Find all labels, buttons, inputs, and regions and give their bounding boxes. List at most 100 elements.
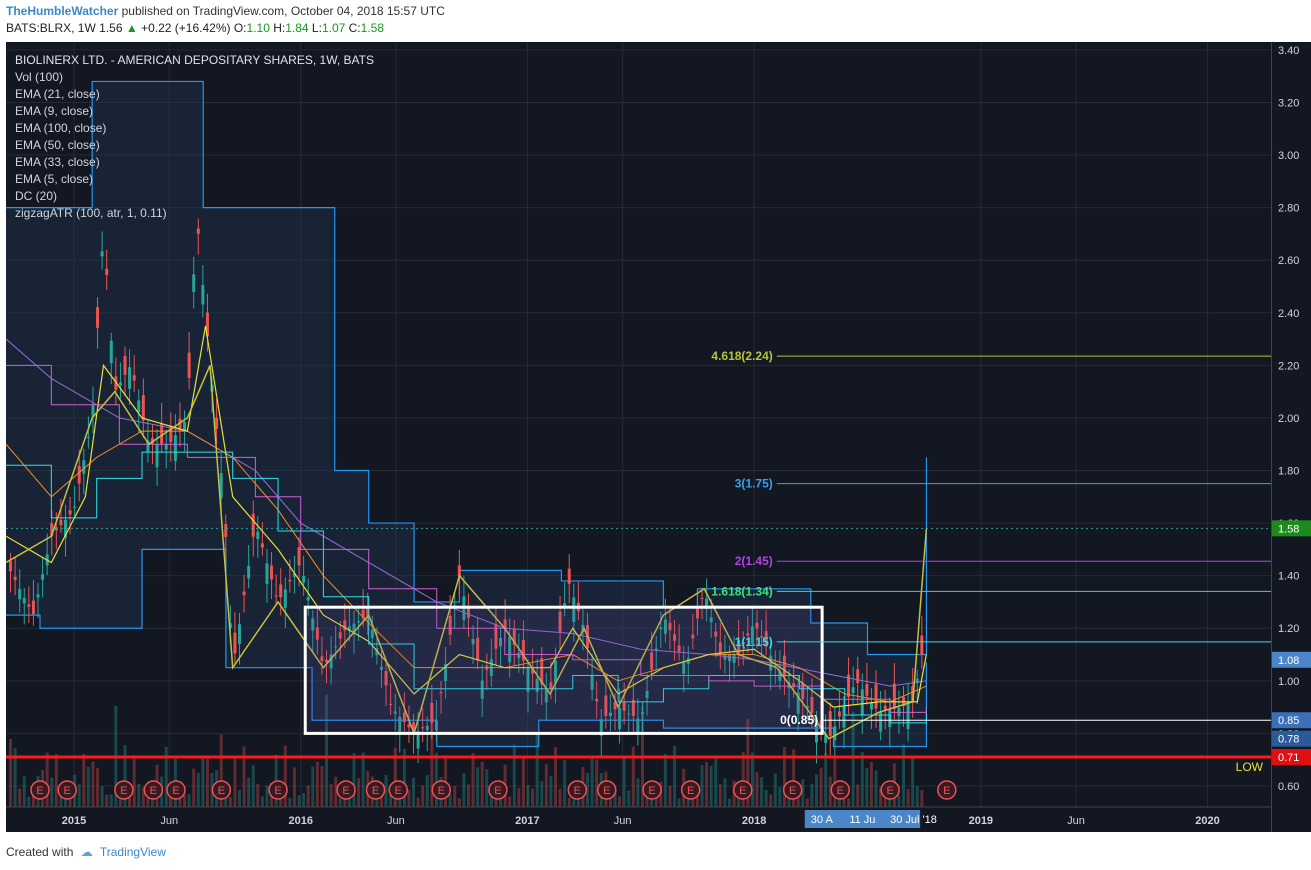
volume-bar [847,798,851,807]
candle-body [242,591,246,596]
time-axis-tick-label: 2020 [1195,815,1219,827]
volume-bar [622,756,626,807]
price-axis-tick-label: 3.00 [1278,150,1299,162]
earnings-marker-label: E [739,785,746,797]
volume-bar [22,776,26,807]
legend-item-ema5[interactable]: EMA (5, close) [15,171,374,188]
volume-bar [544,763,548,807]
legend-item-ema50[interactable]: EMA (50, close) [15,137,374,154]
volume-bar [709,765,713,807]
fib-level-label: 1(1.15) [735,635,773,649]
legend-item-ema21[interactable]: EMA (21, close) [15,86,374,103]
volume-bar [256,784,260,807]
tradingview-link[interactable]: TradingView [100,845,166,859]
price-axis-tick-label: 2.80 [1278,203,1299,215]
price-axis-tick-label: 2.40 [1278,308,1299,320]
volume-bar [769,794,773,807]
volume-bar [764,789,768,807]
candle-body [68,510,72,515]
candle-body [155,444,159,468]
candle-body [906,704,910,730]
volume-bar [902,744,906,807]
volume-bar [137,784,141,807]
legend-item-ema100[interactable]: EMA (100, close) [15,120,374,137]
candle-body [247,565,251,579]
last-price: 1.56 [99,21,123,35]
volume-bar [421,785,425,807]
volume-bar [27,796,31,807]
time-axis-tick-label: 2017 [515,815,539,827]
volume-bar [673,745,677,807]
price-axis-tick-label: 1.20 [1278,623,1299,635]
volume-bar [897,795,901,807]
candle-body [700,597,704,599]
volume-bar [247,777,251,807]
candle-body [224,524,228,537]
chart-plot-area[interactable]: 4.618(2.24) 3(1.75) 2(1.45) 1.618(1.34) 1(1.… [6,42,1271,832]
price-tag-label: 0.71 [1278,752,1299,764]
candle-body [196,228,200,234]
candle-body [105,268,109,275]
volume-bar [531,788,535,807]
volume-bar [86,766,90,807]
price-axis-tick-label: 1.00 [1278,676,1299,688]
volume-bar [265,785,269,807]
candle-body [141,395,145,421]
candle-body [851,687,855,694]
price-tag-label: 1.58 [1278,523,1299,535]
volume-bar [755,772,759,807]
volume-bar [700,765,704,807]
legend-item-zigzag[interactable]: zigzagATR (100, atr, 1, 0.11) [15,205,374,222]
candle-body [13,576,17,581]
volume-bar [883,798,887,807]
price-axis-tick-label: 3.40 [1278,45,1299,57]
volume-bar [508,796,512,807]
volume-bar [677,798,681,807]
fib-level-label: 4.618(2.24) [711,349,772,363]
fib-level-label: 3(1.75) [735,477,773,491]
fib-level-label: 2(1.45) [735,554,773,568]
earnings-marker-label: E [120,785,127,797]
volume-bar [412,777,416,807]
volume-bar [18,788,22,807]
volume-bar [50,777,54,807]
earnings-marker-label: E [603,785,610,797]
earnings-marker-label: E [687,785,694,797]
publish-info: published on TradingView.com, October 04… [121,4,445,18]
volume-bar [512,744,516,807]
author-link[interactable]: TheHumbleWatcher [6,4,118,18]
legend-item-ema33[interactable]: EMA (33, close) [15,154,374,171]
volume-bar [357,778,361,807]
volume-bar [68,798,72,807]
low-value: 1.07 [321,21,346,35]
volume-bar [824,752,828,807]
volume-bar [352,753,356,807]
volume-bar [618,796,622,807]
legend-item-ema9[interactable]: EMA (9, close) [15,103,374,120]
volume-bar [201,758,205,807]
volume-bar [874,770,878,807]
price-axis[interactable]: 0.600.801.001.201.401.601.802.002.202.40… [1271,42,1311,832]
price-axis-svg: 0.600.801.001.201.401.601.802.002.202.40… [1272,45,1311,793]
tradingview-logo-icon: ☁ [80,845,93,859]
time-axis-tick-label: Jun [387,815,405,827]
volume-bar [91,761,95,807]
legend-item-dc20[interactable]: DC (20) [15,188,374,205]
earnings-marker-label: E [789,785,796,797]
candle-body [279,584,283,598]
volume-bar [196,772,200,807]
volume-bar [906,788,910,807]
candle-body [874,684,878,709]
time-axis-tick-label: Jun [614,815,632,827]
price-tag-label: 0.85 [1278,715,1299,727]
volume-bar [563,760,567,807]
candle-body [128,367,132,389]
candle-body [54,527,58,531]
volume-bar [865,768,869,807]
date-tag-label: 11 Ju [849,814,875,826]
candle-body [31,600,35,615]
legend-item-vol[interactable]: Vol (100) [15,69,374,86]
candle-body [283,589,287,608]
candle-body [265,563,269,584]
earnings-marker-label: E [36,785,43,797]
